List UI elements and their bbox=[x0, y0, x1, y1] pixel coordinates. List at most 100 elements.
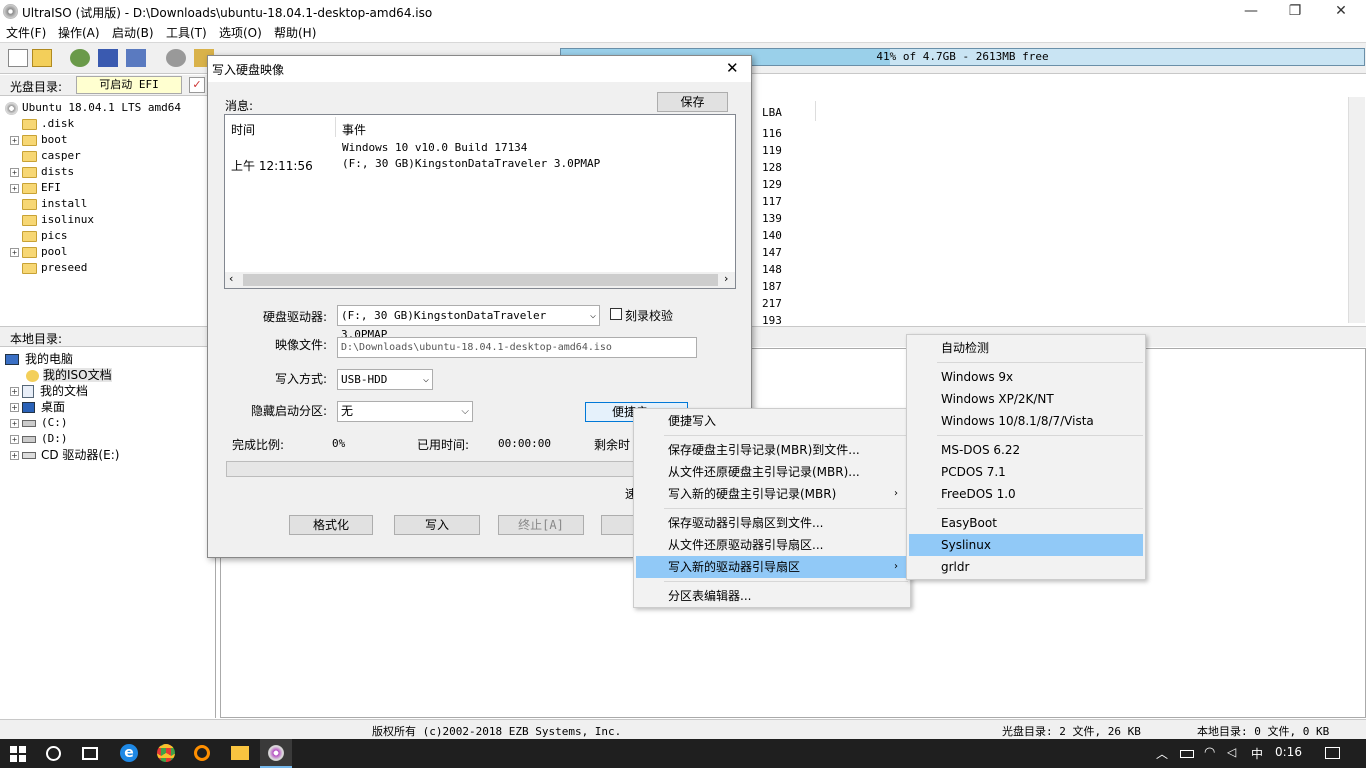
tree-desktop[interactable]: + 桌面 bbox=[10, 399, 65, 415]
save-log-button[interactable]: 保存 bbox=[657, 92, 728, 112]
submenu-item-pcdos[interactable]: PCDOS 7.1 bbox=[909, 461, 1143, 483]
tree-folder-efi[interactable]: + EFI bbox=[10, 180, 61, 196]
expand-icon[interactable]: + bbox=[10, 183, 19, 193]
action-center-icon[interactable] bbox=[1325, 747, 1340, 759]
menu-tools[interactable]: 工具(T) bbox=[166, 24, 207, 41]
maximize-button[interactable]: ❐ bbox=[1272, 0, 1318, 23]
tree-folder-dists[interactable]: + dists bbox=[10, 164, 74, 180]
hidden-partition-select[interactable]: 无 ⌵ bbox=[337, 401, 473, 422]
ime-indicator[interactable]: 中 bbox=[1251, 745, 1263, 762]
extract-icon[interactable] bbox=[70, 49, 90, 67]
dialog-close-button[interactable]: ✕ bbox=[726, 59, 739, 77]
task-view-icon[interactable] bbox=[82, 747, 98, 760]
disc-tree[interactable]: Ubuntu 18.04.1 LTS amd64 .disk + boot cas… bbox=[0, 97, 216, 325]
menu-item-restore-mbr[interactable]: 从文件还原硬盘主引导记录(MBR)... bbox=[636, 461, 908, 483]
menu-action[interactable]: 操作(A) bbox=[58, 24, 100, 41]
tree-folder-disk[interactable]: .disk bbox=[22, 116, 74, 132]
menu-item-restore-boot-sector[interactable]: 从文件还原驱动器引导扇区... bbox=[636, 534, 908, 556]
stop-button[interactable]: 终止[A] bbox=[498, 515, 584, 535]
ultraiso-app-icon[interactable] bbox=[3, 4, 18, 19]
write-button[interactable]: 写入 bbox=[394, 515, 480, 535]
properties-icon[interactable]: ✓ bbox=[189, 77, 205, 93]
battery-icon[interactable] bbox=[1180, 750, 1194, 758]
tree-folder-install[interactable]: install bbox=[22, 196, 87, 212]
menu-item-write-new-boot-sector[interactable]: 写入新的驱动器引导扇区 › bbox=[636, 556, 908, 578]
windows-start-icon[interactable] bbox=[10, 746, 26, 762]
submenu-item-auto-detect[interactable]: 自动检测 bbox=[909, 337, 1143, 359]
minimize-button[interactable]: — bbox=[1228, 0, 1274, 23]
menu-item-save-mbr[interactable]: 保存硬盘主引导记录(MBR)到文件... bbox=[636, 439, 908, 461]
expand-icon[interactable]: + bbox=[10, 451, 19, 460]
tree-drive-d[interactable]: + (D:) bbox=[10, 431, 68, 447]
wifi-icon[interactable]: ◠ bbox=[1204, 745, 1215, 760]
submenu-item-winxp[interactable]: Windows XP/2K/NT bbox=[909, 388, 1143, 410]
expand-icon[interactable]: + bbox=[10, 247, 19, 257]
submenu-item-syslinux[interactable]: Syslinux bbox=[909, 534, 1143, 556]
tree-my-iso-docs[interactable]: 我的ISO文档 bbox=[26, 367, 112, 383]
write-mode-select[interactable]: USB-HDD ⌵ bbox=[337, 369, 433, 390]
burn-icon[interactable] bbox=[166, 49, 186, 67]
tree-folder-boot[interactable]: + boot bbox=[10, 132, 68, 148]
scroll-left-icon[interactable]: ‹ bbox=[229, 272, 233, 285]
submenu-item-win9x[interactable]: Windows 9x bbox=[909, 366, 1143, 388]
lba-column-header[interactable]: LBA bbox=[762, 106, 782, 119]
search-app-icon[interactable] bbox=[194, 745, 210, 761]
expand-icon[interactable]: + bbox=[10, 387, 19, 396]
menu-file[interactable]: 文件(F) bbox=[6, 24, 46, 41]
local-tree[interactable]: 我的电脑 我的ISO文档 + 我的文档 + 桌面 + (C:) + (D:) + CD 驱… bbox=[0, 348, 216, 718]
menu-boot[interactable]: 启动(B) bbox=[112, 24, 154, 41]
chrome-icon[interactable] bbox=[157, 744, 175, 762]
menu-help[interactable]: 帮助(H) bbox=[274, 24, 316, 41]
expand-icon[interactable]: + bbox=[10, 167, 19, 177]
menu-item-partition-editor[interactable]: 分区表编辑器... bbox=[636, 585, 908, 607]
tree-folder-pics[interactable]: pics bbox=[22, 228, 68, 244]
vertical-scrollbar[interactable] bbox=[1348, 97, 1365, 323]
tree-drive-c[interactable]: + (C:) bbox=[10, 415, 68, 431]
tree-folder-isolinux[interactable]: isolinux bbox=[22, 212, 94, 228]
save-as-icon[interactable] bbox=[126, 49, 146, 67]
volume-icon[interactable]: ◁ bbox=[1227, 745, 1236, 759]
scroll-right-icon[interactable]: › bbox=[724, 272, 728, 285]
submenu-item-easyboot[interactable]: EasyBoot bbox=[909, 512, 1143, 534]
disc-file-list[interactable]: LBA 116 119 128 129 117 139 140 147 148 … bbox=[752, 97, 1366, 327]
submenu-item-msdos[interactable]: MS-DOS 6.22 bbox=[909, 439, 1143, 461]
tree-folder-pool[interactable]: + pool bbox=[10, 244, 68, 260]
search-icon[interactable] bbox=[46, 746, 61, 761]
tree-folder-preseed[interactable]: preseed bbox=[22, 260, 87, 276]
menu-item-save-boot-sector[interactable]: 保存驱动器引导扇区到文件... bbox=[636, 512, 908, 534]
return-button[interactable] bbox=[601, 515, 637, 535]
submenu-item-freedos[interactable]: FreeDOS 1.0 bbox=[909, 483, 1143, 505]
close-button[interactable]: ✕ bbox=[1318, 0, 1364, 23]
submenu-item-grldr[interactable]: grldr bbox=[909, 556, 1143, 578]
ultraiso-taskbar-button[interactable] bbox=[260, 739, 292, 768]
drive-select[interactable]: (F:, 30 GB)KingstonDataTraveler 3.0PMAP ⌵ bbox=[337, 305, 600, 341]
menu-item-write-new-mbr[interactable]: 写入新的硬盘主引导记录(MBR) › bbox=[636, 483, 908, 505]
new-icon[interactable] bbox=[8, 49, 28, 67]
verify-checkbox[interactable] bbox=[610, 308, 622, 320]
expand-icon[interactable]: + bbox=[10, 418, 19, 428]
menu-item-quick-write[interactable]: 便捷写入 bbox=[636, 410, 908, 432]
tree-cd-drive[interactable]: + CD 驱动器(E:) bbox=[10, 447, 119, 463]
open-icon[interactable] bbox=[32, 49, 52, 67]
clock[interactable]: 0:16 bbox=[1275, 745, 1302, 759]
menu-options[interactable]: 选项(O) bbox=[219, 24, 262, 41]
chevron-up-icon[interactable]: ︿ bbox=[1156, 745, 1168, 762]
tree-folder-casper[interactable]: casper bbox=[22, 148, 81, 164]
scroll-thumb[interactable] bbox=[243, 274, 718, 286]
expand-icon[interactable]: + bbox=[10, 403, 19, 412]
boot-type-field[interactable]: 可启动 EFI bbox=[76, 76, 182, 94]
tree-my-documents[interactable]: + 我的文档 bbox=[10, 383, 88, 399]
edge-icon[interactable]: e bbox=[120, 744, 138, 762]
expand-icon[interactable]: + bbox=[10, 135, 19, 145]
image-file-field[interactable]: D:\Downloads\ubuntu-18.04.1-desktop-amd6… bbox=[337, 337, 697, 358]
message-log[interactable]: 时间 事件 Windows 10 v10.0 Build 17134 上午 12… bbox=[224, 114, 736, 289]
expand-icon[interactable]: + bbox=[10, 434, 19, 444]
save-icon[interactable] bbox=[98, 49, 118, 67]
format-button[interactable]: 格式化 bbox=[289, 515, 373, 535]
disc-root-node[interactable]: Ubuntu 18.04.1 LTS amd64 bbox=[5, 100, 181, 116]
horizontal-scrollbar[interactable]: ‹ › bbox=[225, 272, 735, 288]
submenu-item-win10[interactable]: Windows 10/8.1/8/7/Vista bbox=[909, 410, 1143, 432]
chevron-down-icon: ⌵ bbox=[589, 310, 596, 321]
file-explorer-icon[interactable] bbox=[231, 746, 249, 760]
tree-my-computer[interactable]: 我的电脑 bbox=[5, 351, 73, 367]
